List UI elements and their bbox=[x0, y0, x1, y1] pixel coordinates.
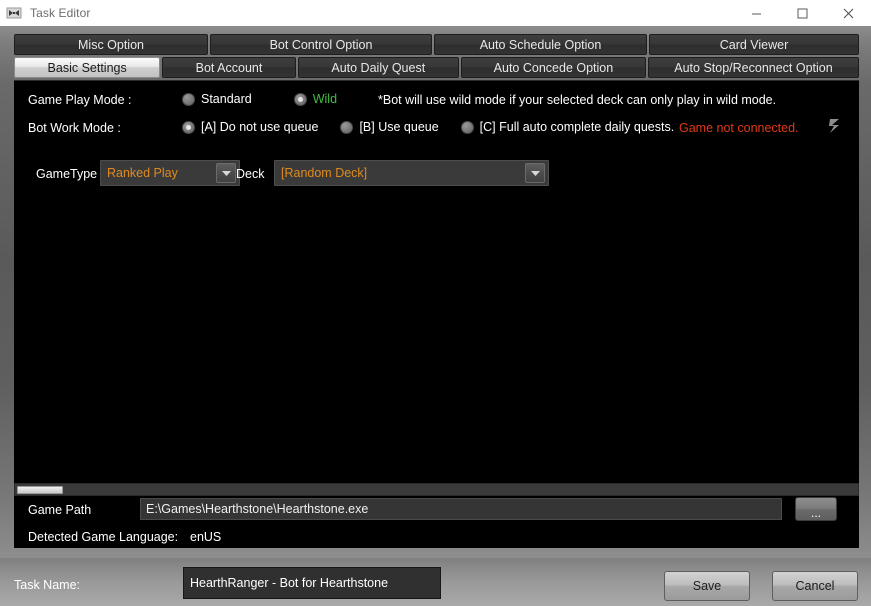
tab-label: Bot Account bbox=[195, 60, 263, 75]
tab-card-viewer[interactable]: Card Viewer bbox=[649, 34, 859, 55]
tab-misc-option[interactable]: Misc Option bbox=[14, 34, 208, 55]
tab-auto-concede-option[interactable]: Auto Concede Option bbox=[460, 57, 646, 78]
bot-work-mode-radio-group: [A] Do not use queue [B] Use queue [C] F… bbox=[182, 120, 674, 134]
tab-label: Auto Daily Quest bbox=[331, 60, 426, 75]
tab-row-bottom: Basic Settings Bot Account Auto Daily Qu… bbox=[14, 57, 859, 78]
deck-select[interactable]: [Random Deck] bbox=[274, 160, 549, 186]
radio-indicator bbox=[340, 120, 354, 134]
settings-panel: Game Play Mode : Standard Wild *Bot will… bbox=[14, 80, 859, 548]
minimize-icon[interactable] bbox=[733, 0, 779, 26]
game-type-value: Ranked Play bbox=[107, 166, 178, 180]
tab-label: Basic Settings bbox=[47, 60, 127, 75]
title-bar: Task Editor bbox=[0, 0, 871, 26]
task-name-label: Task Name: bbox=[14, 578, 80, 592]
game-path-section: Game Path E:\Games\Hearthstone\Hearthsto… bbox=[14, 496, 859, 548]
radio-indicator bbox=[182, 120, 195, 134]
connection-status-icon bbox=[821, 113, 847, 139]
task-editor-window: Task Editor Misc Option Bot Control Opti… bbox=[0, 0, 871, 606]
game-type-label: GameType bbox=[36, 167, 98, 181]
tab-auto-daily-quest[interactable]: Auto Daily Quest bbox=[297, 57, 459, 78]
tab-label: Auto Concede Option bbox=[493, 60, 614, 75]
detected-language-label: Detected Game Language: bbox=[28, 530, 179, 544]
task-name-input[interactable]: HearthRanger - Bot for Hearthstone bbox=[183, 567, 441, 599]
tab-row-top: Misc Option Bot Control Option Auto Sche… bbox=[14, 34, 859, 55]
game-path-input[interactable]: E:\Games\Hearthstone\Hearthstone.exe bbox=[140, 498, 782, 520]
detected-language-value: enUS bbox=[190, 530, 222, 544]
connection-status-text: Game not connected. bbox=[679, 121, 799, 135]
radio-full-auto-daily-quests[interactable]: [C] Full auto complete daily quests. bbox=[460, 120, 675, 134]
radio-use-queue[interactable]: [B] Use queue bbox=[340, 120, 439, 134]
radio-indicator bbox=[293, 92, 307, 106]
tab-label: Misc Option bbox=[78, 37, 144, 52]
chevron-down-icon[interactable] bbox=[216, 163, 236, 183]
game-play-mode-radio-group: Standard Wild bbox=[182, 92, 337, 106]
game-path-label: Game Path bbox=[28, 503, 92, 517]
radio-label: Wild bbox=[312, 92, 338, 106]
tab-bot-control-option[interactable]: Bot Control Option bbox=[210, 34, 432, 55]
radio-wild[interactable]: Wild bbox=[293, 92, 338, 106]
radio-indicator bbox=[460, 120, 474, 134]
tab-auto-stop-reconnect-option[interactable]: Auto Stop/Reconnect Option bbox=[648, 57, 859, 78]
tab-bar: Misc Option Bot Control Option Auto Sche… bbox=[14, 34, 859, 78]
tab-label: Auto Stop/Reconnect Option bbox=[674, 60, 833, 75]
radio-label: [B] Use queue bbox=[359, 120, 439, 134]
window-title: Task Editor bbox=[30, 6, 91, 20]
cancel-button[interactable]: Cancel bbox=[772, 571, 858, 601]
scrollbar-thumb[interactable] bbox=[17, 486, 63, 494]
chevron-down-icon[interactable] bbox=[525, 163, 545, 183]
radio-label: Standard bbox=[201, 92, 252, 106]
radio-label: [A] Do not use queue bbox=[201, 120, 319, 134]
tab-label: Auto Schedule Option bbox=[479, 37, 602, 52]
radio-label: [C] Full auto complete daily quests. bbox=[479, 120, 675, 134]
window-controls bbox=[733, 0, 871, 26]
close-icon[interactable] bbox=[825, 0, 871, 26]
radio-do-not-use-queue[interactable]: [A] Do not use queue bbox=[182, 120, 318, 134]
tab-label: Card Viewer bbox=[719, 37, 789, 52]
deck-label: Deck bbox=[236, 167, 265, 181]
tab-basic-settings[interactable]: Basic Settings bbox=[14, 57, 161, 78]
wild-mode-hint: *Bot will use wild mode if your selected… bbox=[378, 93, 777, 107]
bot-work-mode-label: Bot Work Mode : bbox=[28, 121, 121, 135]
tab-bot-account[interactable]: Bot Account bbox=[162, 57, 296, 78]
browse-button[interactable]: ... bbox=[795, 497, 837, 521]
app-icon bbox=[6, 5, 22, 21]
radio-indicator bbox=[182, 92, 195, 106]
game-play-mode-label: Game Play Mode : bbox=[28, 93, 132, 107]
horizontal-scrollbar[interactable] bbox=[14, 483, 859, 496]
tab-label: Bot Control Option bbox=[269, 37, 373, 52]
radio-standard[interactable]: Standard bbox=[182, 92, 252, 106]
maximize-icon[interactable] bbox=[779, 0, 825, 26]
deck-value: [Random Deck] bbox=[281, 166, 368, 180]
tab-auto-schedule-option[interactable]: Auto Schedule Option bbox=[434, 34, 647, 55]
save-button[interactable]: Save bbox=[664, 571, 750, 601]
game-type-select[interactable]: Ranked Play bbox=[100, 160, 240, 186]
